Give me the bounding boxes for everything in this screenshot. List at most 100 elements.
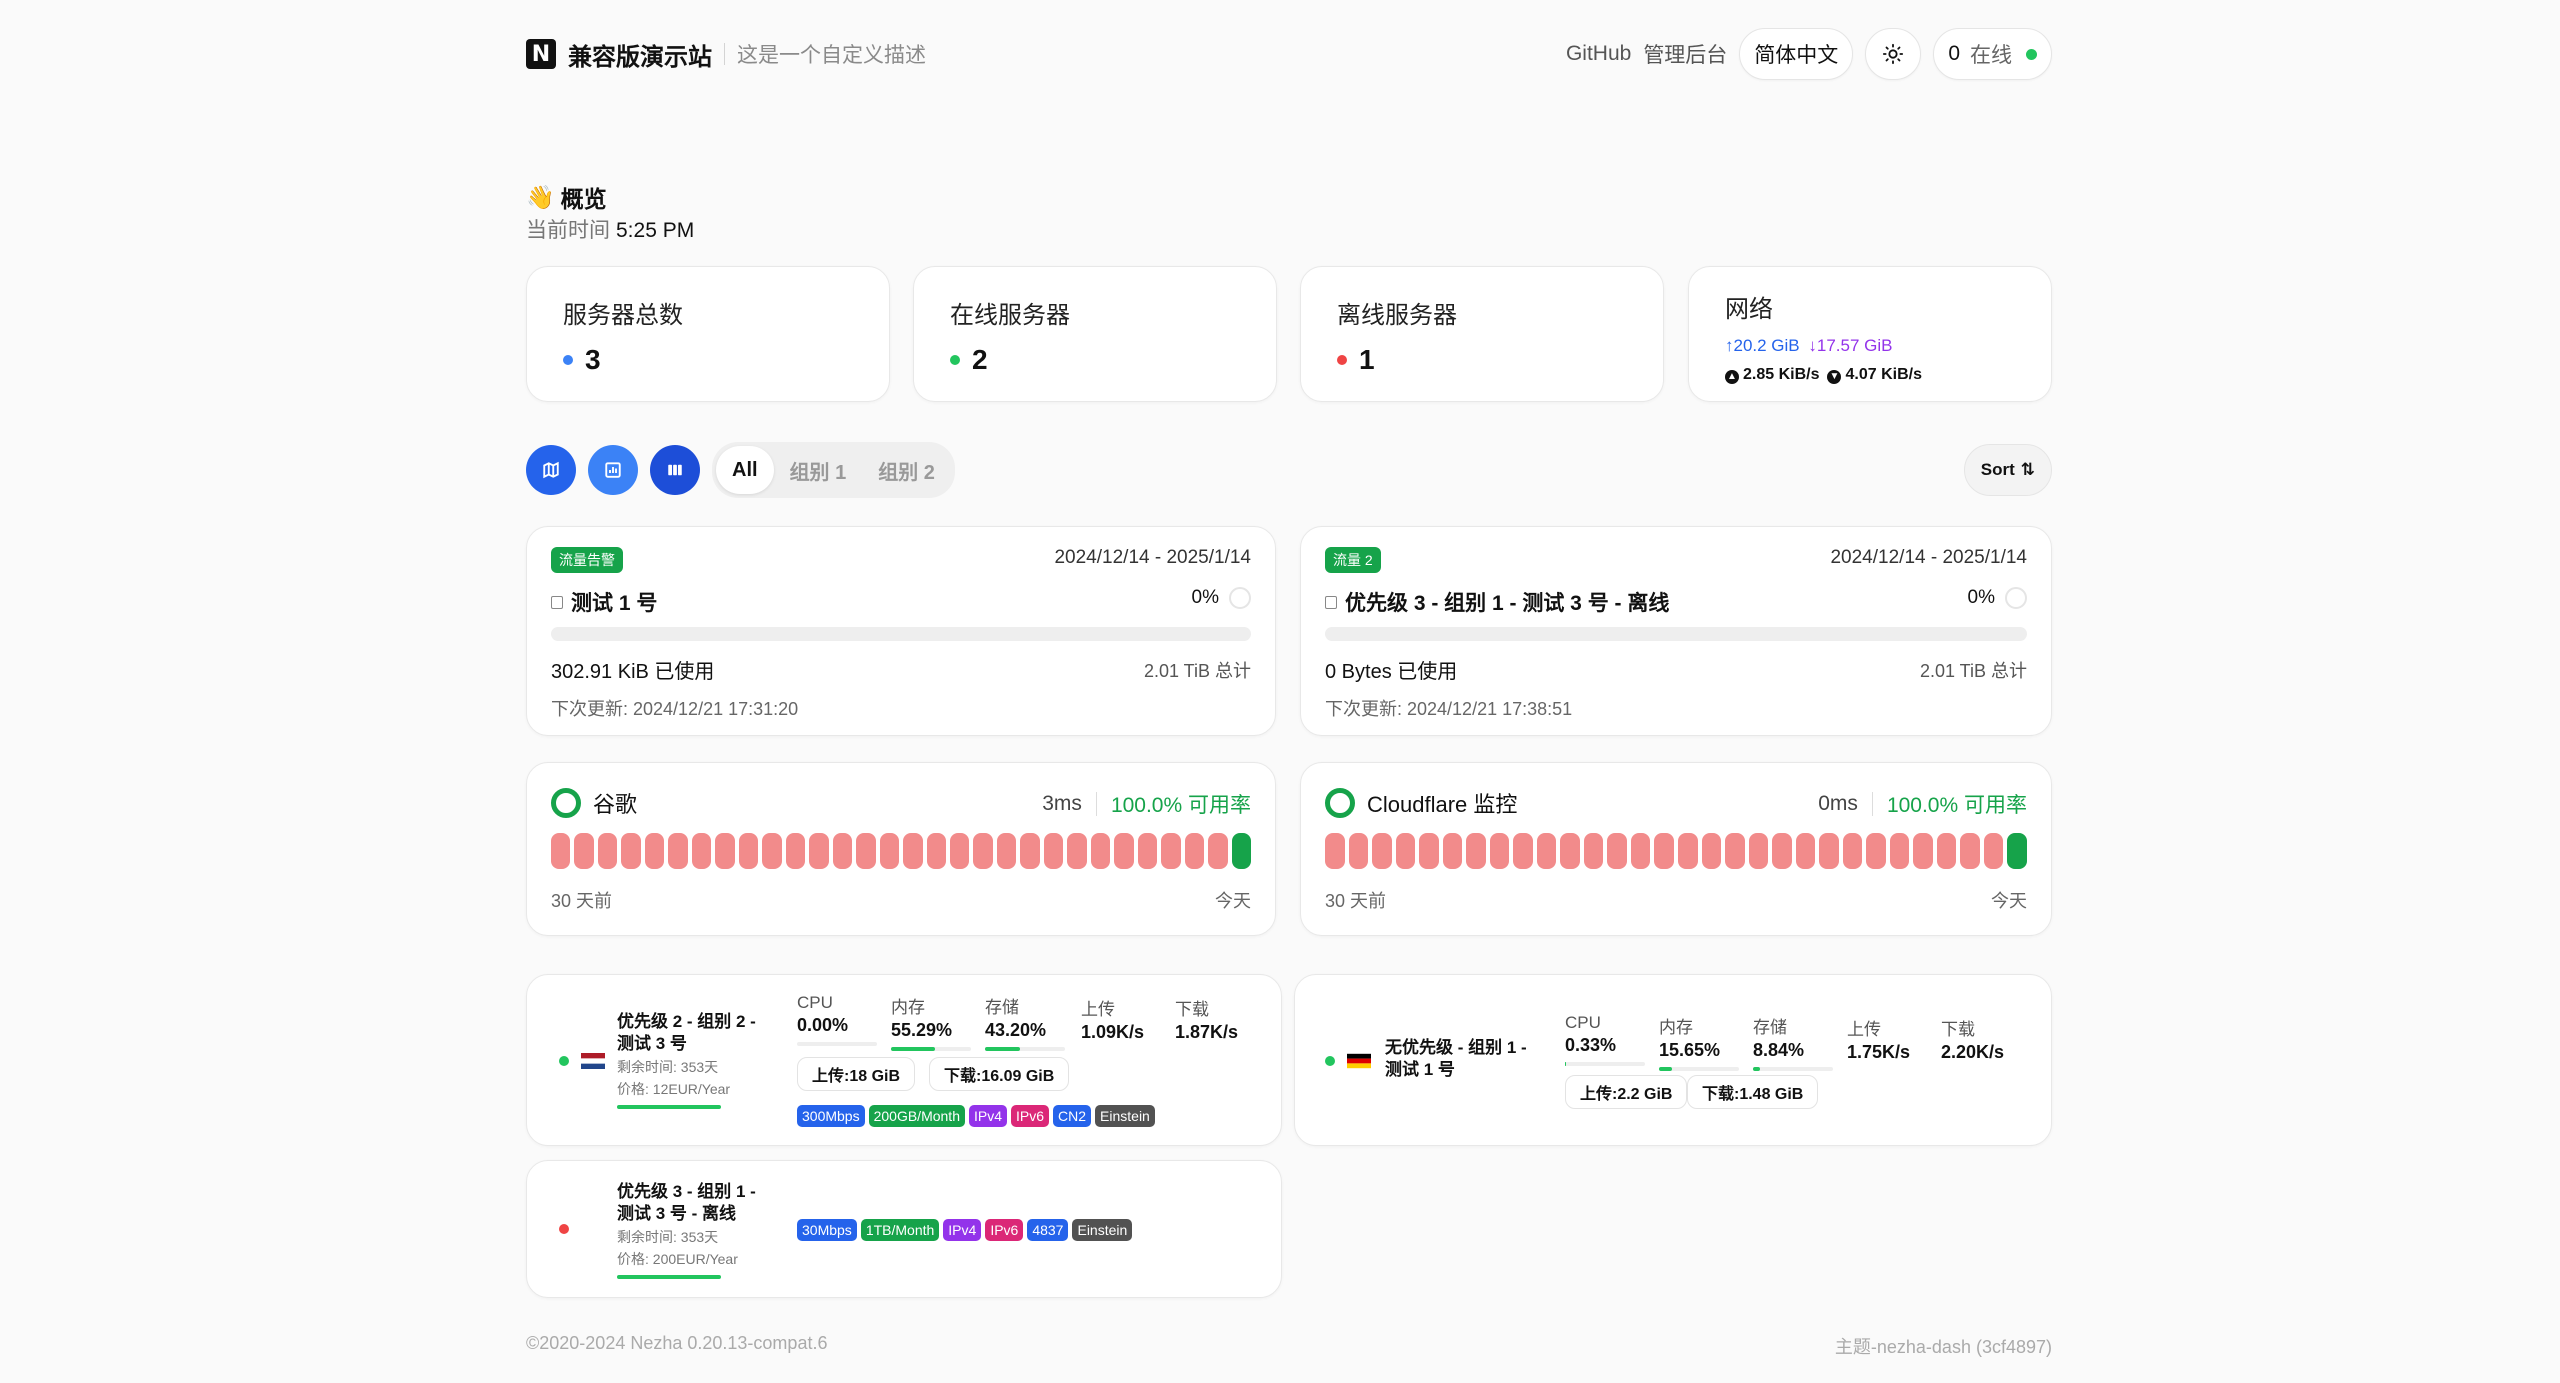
history-bar-down[interactable] [1395,833,1416,869]
history-bar-down[interactable] [1184,833,1205,869]
history-bar-down[interactable] [1842,833,1863,869]
history-bar-down[interactable] [644,833,665,869]
server-name-line2: 测试 3 号 [617,1034,687,1053]
sort-button[interactable]: Sort ⇅ [1963,444,2052,496]
history-bar-down[interactable] [1983,833,2004,869]
history-bar-down[interactable] [1536,833,1557,869]
history-bar-down[interactable] [1090,833,1111,869]
history-bar-down[interactable] [1819,833,1839,869]
monitor-card[interactable]: 谷歌 3ms 100.0% 可用率 30 天前 今天 [526,762,1276,936]
history-bar-down[interactable] [1161,833,1181,869]
theme-toggle-button[interactable] [1865,28,1922,80]
history-bar-down[interactable] [973,833,993,869]
history-bar-down[interactable] [1936,833,1957,869]
tab-group-1[interactable]: 组别 1 [774,446,863,494]
history-bar-down[interactable] [1043,833,1064,869]
history-bar-down[interactable] [1325,833,1345,869]
map-view-button[interactable] [526,445,576,495]
server-tag: 300Mbps [797,1105,865,1127]
stat-card-network[interactable]: 网络 ↑20.2 GiB ↓17.57 GiB ▲ 2.85 KiB/s ▼ 4.0… [1688,266,2052,402]
history-bar-down[interactable] [1772,833,1792,869]
history-bar-down[interactable] [1442,833,1463,869]
grid-view-button[interactable] [650,445,700,495]
monitor-days-ago: 30 天前 [1325,891,1387,911]
history-bar-down[interactable] [1114,833,1134,869]
history-bar-up[interactable] [1231,833,1252,869]
server-toolbar: All 组别 1 组别 2 Sort ⇅ [526,442,2052,498]
history-bar-down[interactable] [691,833,712,869]
history-bar-down[interactable] [668,833,688,869]
history-bar-down[interactable] [1607,833,1627,869]
history-bar-down[interactable] [1466,833,1486,869]
tab-group-2[interactable]: 组别 2 [862,446,951,494]
history-bar-down[interactable] [1372,833,1392,869]
nezha-logo[interactable]: N [526,39,556,69]
history-bar-down[interactable] [1560,833,1580,869]
history-bar-down[interactable] [1654,833,1674,869]
stat-card-total[interactable]: 服务器总数 3 [526,266,890,402]
history-bar-down[interactable] [551,833,571,869]
history-bar-down[interactable] [1067,833,1087,869]
server-card[interactable]: 优先级 2 - 组别 2 - 测试 3 号 剩余时间: 353天 价格: 12E… [526,974,1282,1146]
history-bar-down[interactable] [1795,833,1816,869]
footer-theme[interactable]: 主题-nezha-dash (3cf4897) [1835,1333,2052,1359]
top-header: N 兼容版演示站 这是一个自定义描述 GitHub 管理后台 简体中文 0 在线 [526,28,2052,80]
history-bar-down[interactable] [1701,833,1722,869]
history-bar-down[interactable] [574,833,594,869]
chart-view-button[interactable] [588,445,638,495]
history-bar-down[interactable] [809,833,829,869]
history-bar-down[interactable] [879,833,900,869]
site-name[interactable]: 兼容版演示站 [568,37,712,72]
history-bar-down[interactable] [1960,833,1980,869]
metric-memory: 内存 15.65% [1659,1013,1745,1071]
history-bar-down[interactable] [1419,833,1439,869]
stat-card-offline[interactable]: 离线服务器 1 [1300,266,1664,402]
history-bar-down[interactable] [1489,833,1510,869]
history-bar-down[interactable] [1208,833,1228,869]
history-bar-down[interactable] [1677,833,1698,869]
metric-value: 55.29% [891,1020,953,1040]
traffic-card[interactable]: 流量告警 2024/12/14 - 2025/1/14 测试 1 号 0% 30… [526,526,1276,736]
admin-link[interactable]: 管理后台 [1643,39,1727,69]
history-bar-down[interactable] [1913,833,1933,869]
history-bar-down[interactable] [949,833,970,869]
history-bar-down[interactable] [1889,833,1910,869]
history-bar-down[interactable] [856,833,876,869]
history-bar-down[interactable] [1348,833,1369,869]
history-bar-down[interactable] [1725,833,1745,869]
tab-all[interactable]: All [716,446,774,494]
history-bar-down[interactable] [762,833,782,869]
history-bar-down[interactable] [621,833,641,869]
history-bar-down[interactable] [1513,833,1533,869]
online-status-dot [2026,48,2037,60]
server-tag: CN2 [1053,1105,1092,1127]
history-bar-down[interactable] [1630,833,1651,869]
history-bar-down[interactable] [1748,833,1769,869]
history-bar-down[interactable] [903,833,923,869]
history-bar-down[interactable] [1137,833,1158,869]
github-link[interactable]: GitHub [1566,42,1631,66]
monitor-card[interactable]: Cloudflare 监控 0ms 100.0% 可用率 30 天前 今天 [1300,762,2052,936]
server-tag: 30Mbps [797,1219,857,1241]
download-total-chip: 下载:16.09 GiB [929,1057,1070,1091]
history-bar-down[interactable] [1583,833,1604,869]
history-bar-down[interactable] [1866,833,1886,869]
footer-copyright[interactable]: ©2020-2024 Nezha 0.20.13-compat.6 [526,1333,827,1354]
server-tag: IPv6 [985,1219,1024,1241]
server-card[interactable]: 优先级 3 - 组别 1 - 测试 3 号 - 离线 剩余时间: 353天 价格… [526,1160,1282,1298]
online-users-badge[interactable]: 0 在线 [1933,28,2052,80]
history-bar-down[interactable] [996,833,1017,869]
history-bar-down[interactable] [597,833,618,869]
server-card[interactable]: 无优先级 - 组别 1 - 测试 1 号 CPU 0.33% 内存 15.65%… [1294,974,2052,1146]
history-bar-down[interactable] [715,833,735,869]
traffic-card[interactable]: 流量 2 2024/12/14 - 2025/1/14 优先级 3 - 组别 1… [1300,526,2052,736]
stat-card-online[interactable]: 在线服务器 2 [913,266,1277,402]
history-bar-down[interactable] [1020,833,1040,869]
history-bar-down[interactable] [738,833,759,869]
history-bar-down[interactable] [832,833,853,869]
history-bar-down[interactable] [785,833,806,869]
history-bar-up[interactable] [2007,833,2027,869]
history-bar-down[interactable] [926,833,946,869]
language-button[interactable]: 简体中文 [1739,28,1854,80]
metric-bar [797,1042,877,1046]
